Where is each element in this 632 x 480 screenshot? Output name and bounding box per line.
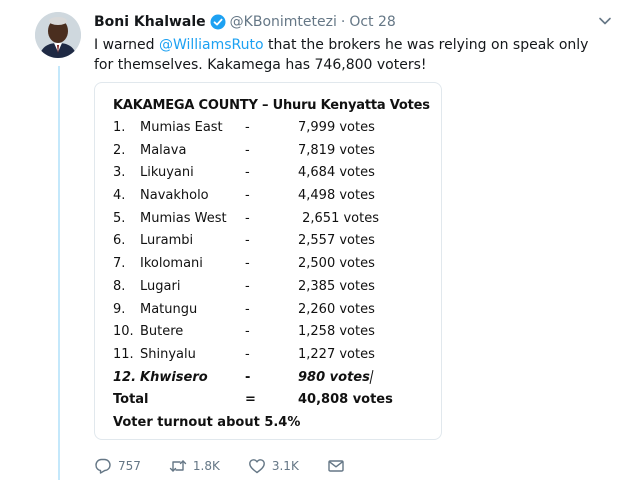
row-number: 11. [113,346,134,362]
table-row: 2. Malava - 7,819 votes [113,140,433,163]
retweet-icon [169,460,187,472]
mention-link[interactable]: @WilliamsRuto [159,37,264,53]
row-votes: 4,684 votes [298,165,375,181]
row-dash: - [245,165,250,181]
total-label: Total [113,392,149,408]
row-number: 10. [113,324,134,340]
table-row: 11. Shinyalu - 1,227 votes [113,344,433,367]
row-dash: - [245,233,250,249]
vote-table: KAKAMEGA COUNTY – Uhuru Kenyatta Votes 1… [113,95,433,434]
tweet-header: Boni Khalwale @KBonimtetezi · Oct 28 [94,12,616,32]
row-dash: - [245,346,250,362]
row-number: 7. [113,256,126,272]
row-dash: - [245,142,250,158]
row-number: 12. [113,369,137,385]
row-place: Butere [140,324,184,340]
row-place: Matungu [140,301,198,317]
row-number: 2. [113,142,126,158]
row-number: 9. [113,301,126,317]
row-place: Shinyalu [140,346,196,362]
card-title: KAKAMEGA COUNTY – Uhuru Kenyatta Votes [113,98,430,113]
table-row: 8. Lugari - 2,385 votes [113,276,433,299]
voter-turnout: Voter turnout about 5.4% [113,414,301,430]
row-number: 4. [113,188,126,204]
reply-icon [95,458,111,474]
row-votes: 2,500 votes [298,256,375,272]
table-row: 6. Lurambi - 2,557 votes [113,230,433,253]
table-row: 4. Navakholo - 4,498 votes [113,185,433,208]
table-row-highlighted: 12. Khwisero - 980 votes [113,367,433,390]
row-place: Khwisero [140,369,208,385]
row-place: Malava [140,142,187,158]
table-row: 9. Matungu - 2,260 votes [113,299,433,322]
retweet-button[interactable]: 1.8K [169,457,220,475]
row-votes: 2,651 votes [298,210,379,226]
tweet-actions: 757 1.8K 3.1K [94,456,379,476]
table-row: 1. Mumias East - 7,999 votes [113,117,433,140]
row-number: 6. [113,233,126,249]
row-place: Mumias East [140,120,223,135]
row-number: 5. [113,210,126,226]
tweet-text-part: I warned [94,37,159,53]
row-place: Lurambi [140,233,194,249]
timestamp[interactable]: Oct 28 [349,14,395,30]
author-handle[interactable]: @KBonimtetezi [230,14,337,30]
row-dash: - [245,256,250,272]
row-dash: - [245,188,250,204]
table-row: 3. Likuyani - 4,684 votes [113,162,433,185]
row-votes: 7,819 votes [298,142,375,158]
like-count: 3.1K [271,459,299,473]
row-place: Lugari [140,278,181,294]
row-votes: 7,999 votes [298,120,375,135]
row-votes-wrap: 980 votes [298,367,374,390]
row-number: 3. [113,165,126,181]
row-place: Likuyani [140,165,194,181]
table-row: 10. Butere - 1,258 votes [113,321,433,344]
row-place: Mumias West [140,210,227,226]
reply-button[interactable]: 757 [94,457,141,475]
row-dash: - [245,210,250,226]
avatar[interactable] [35,12,81,58]
row-votes: 980 votes [298,369,370,385]
row-place: Navakholo [140,188,209,204]
total-sign: = [245,392,256,408]
author-name[interactable]: Boni Khalwale [94,14,206,30]
reply-count: 757 [118,459,141,473]
direct-message-button[interactable] [327,457,351,475]
row-votes: 2,260 votes [298,301,375,317]
row-votes: 1,227 votes [298,346,375,362]
thread-line [58,66,60,480]
chevron-down-icon[interactable] [598,14,612,28]
attached-image[interactable]: KAKAMEGA COUNTY – Uhuru Kenyatta Votes 1… [94,82,442,440]
table-row: 5. Mumias West - 2,651 votes [113,208,433,231]
row-dash: - [245,301,250,317]
total-votes: 40,808 votes [298,392,393,408]
avatar-image [35,12,81,58]
verified-badge-icon [210,14,226,30]
row-votes: 1,258 votes [298,324,375,340]
row-number: 8. [113,278,126,294]
row-dash: - [245,278,250,294]
tweet-text: I warned @WilliamsRuto that the brokers … [94,35,604,75]
separator-dot: · [340,14,346,30]
total-row: Total = 40,808 votes [113,389,433,412]
row-place: Ikolomani [140,256,203,272]
row-number: 1. [113,120,126,135]
table-row: 7. Ikolomani - 2,500 votes [113,253,433,276]
retweet-count: 1.8K [192,459,220,473]
row-votes: 4,498 votes [298,188,375,204]
row-votes: 2,385 votes [298,278,375,294]
envelope-icon [328,460,344,472]
like-button[interactable]: 3.1K [248,457,299,475]
row-dash: - [245,120,250,135]
heart-icon [248,459,265,474]
row-dash: - [245,369,251,385]
row-dash: - [245,324,250,340]
row-votes: 2,557 votes [298,233,375,249]
